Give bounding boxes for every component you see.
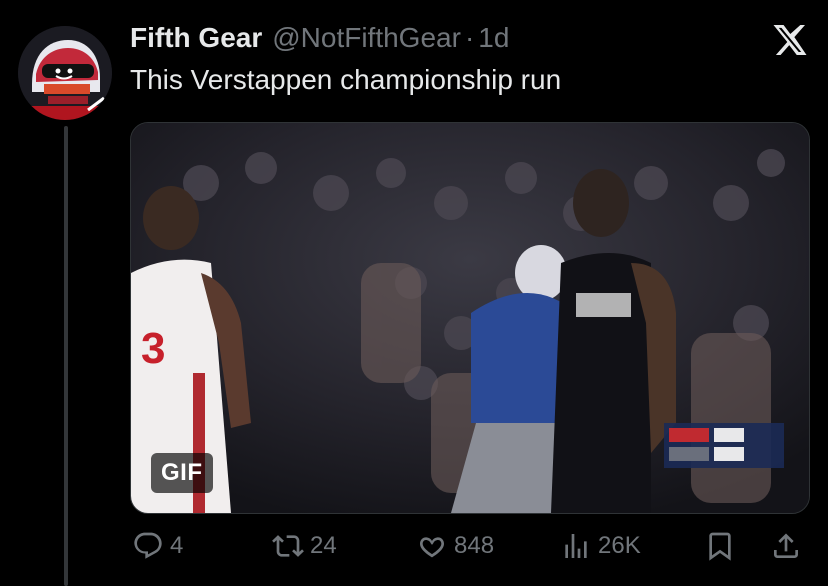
- reply-count: 4: [170, 532, 184, 559]
- repost-icon: [272, 535, 304, 557]
- bookmark-button[interactable]: [704, 530, 736, 562]
- timestamp[interactable]: 1d: [478, 22, 509, 54]
- user-handle[interactable]: @NotFifthGear: [272, 22, 461, 54]
- repost-button[interactable]: 24: [272, 530, 337, 562]
- like-button[interactable]: 848: [416, 530, 494, 562]
- separator-dot: ·: [464, 22, 475, 53]
- views-button[interactable]: 26K: [560, 530, 641, 562]
- jersey-number: 3: [141, 324, 165, 373]
- gif-frame: 3: [131, 123, 809, 513]
- reply-button[interactable]: 4: [132, 530, 183, 562]
- heart-icon: [420, 537, 444, 558]
- helmet-icon: [18, 26, 112, 120]
- share-button[interactable]: [770, 530, 802, 562]
- tweet-text: This Verstappen championship run: [130, 64, 562, 95]
- views-icon: [565, 534, 587, 558]
- thread-line: [64, 126, 68, 586]
- repost-count: 24: [310, 532, 337, 559]
- reply-icon: [134, 532, 162, 559]
- bookmark-icon: [709, 532, 731, 561]
- share-icon: [774, 533, 798, 558]
- x-logo-icon[interactable]: [772, 22, 808, 58]
- display-name[interactable]: Fifth Gear: [130, 22, 262, 54]
- gif-badge: GIF: [151, 453, 213, 493]
- like-count: 848: [454, 532, 495, 559]
- view-count: 26K: [598, 532, 641, 559]
- gif-media[interactable]: 3 GIF: [130, 122, 810, 514]
- avatar[interactable]: [18, 26, 112, 120]
- tweet-actions: 4 24 848 26K: [130, 530, 810, 570]
- tweet-header: Fifth Gear @NotFifthGear · 1d: [130, 22, 509, 54]
